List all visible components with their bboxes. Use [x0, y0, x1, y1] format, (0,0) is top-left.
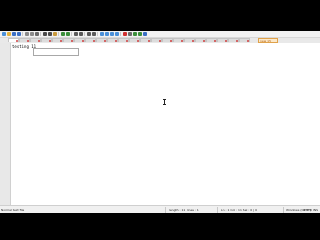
tab-13[interactable]: [140, 38, 151, 42]
toolbar-separator: [84, 32, 85, 36]
save-all-icon[interactable]: [17, 32, 21, 36]
close-icon[interactable]: [25, 32, 29, 36]
status-divider: [217, 207, 218, 213]
tab-close-icon[interactable]: [214, 40, 216, 42]
toolbar-separator: [71, 32, 72, 36]
tab-19[interactable]: [206, 38, 217, 42]
print-icon[interactable]: [35, 32, 39, 36]
macro-run-multiple-icon[interactable]: [138, 32, 142, 36]
tab-close-icon[interactable]: [159, 40, 161, 42]
tab-15[interactable]: [162, 38, 173, 42]
tab-close-icon[interactable]: [247, 40, 249, 42]
paste-icon[interactable]: [53, 32, 57, 36]
undo-icon[interactable]: [61, 32, 65, 36]
macro-record-icon[interactable]: [123, 32, 127, 36]
tab-close-icon[interactable]: [27, 40, 29, 42]
tab-close-icon[interactable]: [104, 40, 106, 42]
tab-6[interactable]: [63, 38, 74, 42]
tab-close-icon[interactable]: [49, 40, 51, 42]
tab-18[interactable]: [195, 38, 206, 42]
status-bar: Normal text file length : 11 lines : 1 L…: [0, 205, 320, 213]
status-divider: [283, 207, 284, 213]
tab-close-icon[interactable]: [115, 40, 117, 42]
status-position: Ln : 1 Col : 11 Sel : 0 | 0: [221, 208, 258, 212]
tab-close-icon[interactable]: [126, 40, 128, 42]
editor-area[interactable]: testing 11: [0, 43, 320, 205]
notepad-window: new 15 testing 11 Normal text file lengt…: [0, 31, 320, 213]
tab-close-icon[interactable]: [225, 40, 227, 42]
tab-close-icon[interactable]: [16, 40, 18, 42]
status-file-type: Normal text file: [1, 208, 25, 212]
toolbar: [0, 31, 320, 38]
tab-close-icon[interactable]: [71, 40, 73, 42]
line-number-gutter: [0, 43, 11, 205]
tab-close-icon[interactable]: [82, 40, 84, 42]
autocomplete-popup[interactable]: [33, 48, 79, 56]
new-file-icon[interactable]: [2, 32, 6, 36]
tab-close-icon[interactable]: [181, 40, 183, 42]
word-wrap-icon[interactable]: [105, 32, 109, 36]
zoom-in-icon[interactable]: [87, 32, 91, 36]
tab-20[interactable]: [217, 38, 228, 42]
tab-close-icon[interactable]: [170, 40, 172, 42]
text-cursor-icon: [163, 99, 166, 105]
tab-close-icon[interactable]: [148, 40, 150, 42]
tab-close-icon[interactable]: [203, 40, 205, 42]
sync-scroll-icon[interactable]: [100, 32, 104, 36]
tab-8[interactable]: [85, 38, 96, 42]
close-all-icon[interactable]: [30, 32, 34, 36]
toolbar-separator: [97, 32, 98, 36]
status-encoding[interactable]: UTF-8: [303, 208, 312, 212]
tab-22[interactable]: [239, 38, 250, 42]
tab-12[interactable]: [129, 38, 140, 42]
status-length: length : 11: [169, 208, 186, 212]
tab-10[interactable]: [107, 38, 118, 42]
toolbar-separator: [58, 32, 59, 36]
status-lines: lines : 1: [187, 208, 199, 212]
redo-icon[interactable]: [66, 32, 70, 36]
tab-close-icon[interactable]: [38, 40, 40, 42]
toolbar-separator: [120, 32, 121, 36]
tab-close-icon[interactable]: [93, 40, 95, 42]
replace-icon[interactable]: [79, 32, 83, 36]
tab-close-icon[interactable]: [137, 40, 139, 42]
cut-icon[interactable]: [43, 32, 47, 36]
tab-17[interactable]: [184, 38, 195, 42]
find-icon[interactable]: [74, 32, 78, 36]
tab-1[interactable]: [8, 38, 19, 42]
tab-3[interactable]: [30, 38, 41, 42]
zoom-out-icon[interactable]: [92, 32, 96, 36]
tab-close-icon[interactable]: [60, 40, 62, 42]
tab-close-icon[interactable]: [192, 40, 194, 42]
open-file-icon[interactable]: [7, 32, 11, 36]
tab-5[interactable]: [52, 38, 63, 42]
macro-save-icon[interactable]: [143, 32, 147, 36]
toolbar-separator: [22, 32, 23, 36]
tab-11[interactable]: [118, 38, 129, 42]
save-icon[interactable]: [12, 32, 16, 36]
toolbar-separator: [40, 32, 41, 36]
tab-2[interactable]: [19, 38, 30, 42]
show-all-chars-icon[interactable]: [110, 32, 114, 36]
status-divider: [165, 207, 166, 213]
indent-guide-icon[interactable]: [115, 32, 119, 36]
tab-14[interactable]: [151, 38, 162, 42]
status-insert-mode: INS: [313, 208, 319, 212]
tab-9[interactable]: [96, 38, 107, 42]
tab-7[interactable]: [74, 38, 85, 42]
copy-icon[interactable]: [48, 32, 52, 36]
macro-stop-icon[interactable]: [128, 32, 132, 36]
tab-21[interactable]: [228, 38, 239, 42]
macro-play-icon[interactable]: [133, 32, 137, 36]
tab-close-icon[interactable]: [236, 40, 238, 42]
tab-16[interactable]: [173, 38, 184, 42]
tab-4[interactable]: [41, 38, 52, 42]
